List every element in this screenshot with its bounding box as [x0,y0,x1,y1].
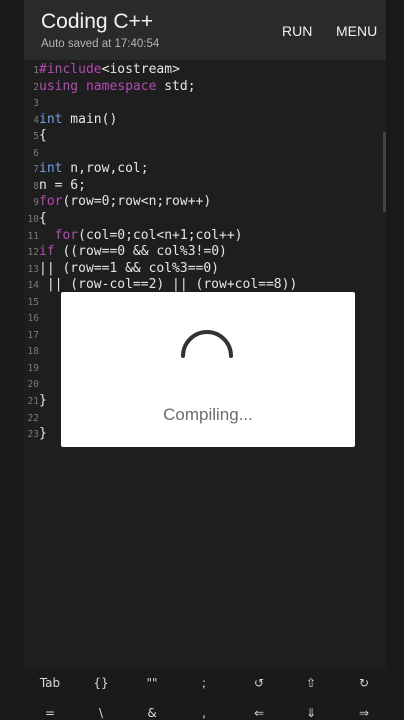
code-line[interactable]: 1#include<iostream> [24,62,386,79]
line-number: 16 [27,313,39,325]
autosave-status: Auto saved at 17:40:54 [41,38,160,50]
code-line[interactable]: 8n = 6; [24,178,386,195]
line-number: 21 [27,396,39,407]
line-number: 17 [27,329,39,341]
code-token: for [39,194,63,210]
line-number: 23 [27,429,39,441]
code-line[interactable]: 2using namespace std; [24,79,386,96]
code-line[interactable]: 4int main() [24,112,386,129]
semicolon-key[interactable]: ; [184,676,224,690]
code-line[interactable]: 3 [24,95,386,112]
code-token: using namespace [39,78,157,94]
keyboard-toolbar: Tab {} ""; ↺ ⇧ ↻ = \ &, ⇐ ⇓ ⇒ [24,668,386,720]
code-line[interactable]: 11 for(col=0;col<n+1;col++) [24,228,386,245]
line-number: 7 [33,164,39,176]
line-number: 4 [33,114,39,126]
code-token: { [39,210,47,226]
code-token: } [39,393,47,408]
line-number: 8 [33,180,39,192]
quotes-key[interactable]: "" [132,676,172,690]
right-arrow-icon[interactable]: ⇒ [344,706,384,720]
code-token: int [39,111,63,127]
code-line[interactable]: 7int n,row,col; [24,161,386,178]
tab-key[interactable]: Tab [30,676,70,690]
menu-button[interactable]: MENU [336,23,377,39]
line-number: 19 [27,362,39,374]
line-number: 10 [27,213,39,225]
code-token: main() [62,111,118,127]
line-number: 14 [27,280,39,292]
code-token: { [39,128,47,144]
line-number: 20 [27,379,39,391]
code-token: for [39,227,79,243]
ampersand-key[interactable]: & [132,706,172,720]
line-number: 15 [27,296,39,308]
line-number: 1 [33,65,39,76]
line-number: 3 [33,98,39,110]
line-number: 9 [33,197,39,209]
line-number: 11 [27,230,39,242]
undo-icon[interactable]: ↺ [239,676,279,690]
app-header: Coding C++ Auto saved at 17:40:54 RUN ME… [24,0,386,60]
code-token: n,row,col; [62,161,149,177]
line-number: 6 [33,147,39,159]
code-token: n = 6; [39,177,86,193]
code-token: (row=0;row<n;row++) [62,194,212,210]
code-token: int [39,161,63,177]
compiling-dialog: Compiling... [61,292,355,447]
code-token: } [39,426,47,442]
shift-icon[interactable]: ⇧ [291,676,331,690]
code-line[interactable]: 10{ [24,211,386,228]
run-button[interactable]: RUN [282,23,312,39]
code-token: #include [39,62,102,77]
code-token: || (row==1 && col%3==0) [39,260,220,276]
app-title: Coding C++ [41,10,154,33]
code-token: ((row==0 && col%3!=0) [54,244,227,260]
line-number: 5 [33,131,39,143]
code-line[interactable]: 5{ [24,128,386,145]
braces-key[interactable]: {} [81,676,121,690]
equals-key[interactable]: = [30,706,70,720]
redo-icon[interactable]: ↻ [344,676,384,690]
line-number: 13 [27,263,39,275]
line-number: 22 [27,412,39,424]
loading-spinner-icon [181,330,233,358]
compiling-message: Compiling... [163,405,253,424]
code-line[interactable]: 13|| (row==1 && col%3==0) [24,261,386,278]
line-number: 2 [33,81,39,93]
code-token: if [39,244,55,260]
editor-scrollbar[interactable] [383,132,386,212]
code-line[interactable]: 6 [24,145,386,162]
left-arrow-icon[interactable]: ⇐ [239,706,279,720]
backslash-key[interactable]: \ [81,706,121,720]
line-number: 18 [27,346,39,358]
code-token: <iostream> [101,62,180,77]
code-token: std; [156,78,196,94]
code-line[interactable]: 12if ((row==0 && col%3!=0) [24,244,386,261]
down-arrow-icon[interactable]: ⇓ [291,706,331,720]
code-token: || (row-col==2) || (row+col==8)) [39,277,298,293]
code-token: (col=0;col<n+1;col++) [78,227,243,243]
comma-key[interactable]: , [184,706,224,720]
code-line[interactable]: 9for(row=0;row<n;row++) [24,194,386,211]
line-number: 12 [27,247,39,259]
